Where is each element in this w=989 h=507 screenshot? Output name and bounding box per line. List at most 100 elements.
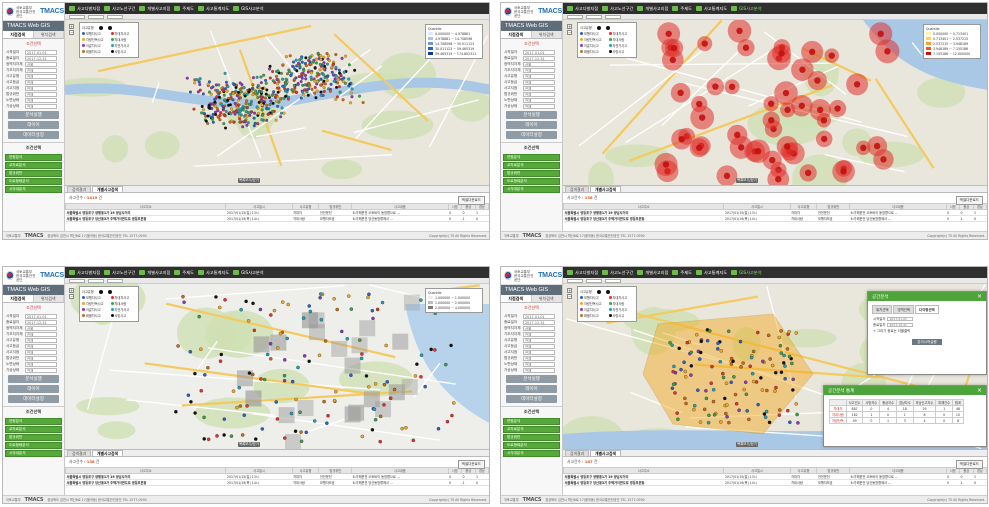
tab-accident-search[interactable]: 지점검색 [3, 295, 34, 302]
toolbar-select[interactable] [586, 278, 602, 283]
start-date-input[interactable]: 2017-01-01 [887, 316, 914, 321]
tab-accident-search[interactable]: 지점검색 [3, 31, 34, 38]
filter-input[interactable]: 전체 [523, 103, 555, 109]
toolbar-select[interactable] [605, 14, 621, 19]
nav-item[interactable]: 사고다발지점 [69, 6, 100, 12]
tab-result-detail[interactable]: 개별사고검색 [91, 450, 123, 456]
layer-button[interactable]: 레이어 [8, 385, 59, 393]
result-toggle-button[interactable]: 목록보기/닫기 [736, 178, 758, 183]
condition-item[interactable]: 도로형태분석 [503, 178, 560, 185]
filter-input[interactable]: 전체 [25, 67, 57, 73]
filter-input[interactable]: 전체 [523, 85, 555, 91]
zoom-in-button[interactable]: + [567, 288, 572, 293]
filter-input[interactable]: 2017-12-31 [523, 319, 555, 325]
tab-result-detail[interactable]: 개별사고검색 [589, 450, 621, 456]
nav-item[interactable]: 사고통계지도 [695, 270, 727, 276]
condition-item[interactable]: 시각대분석 [5, 450, 62, 457]
nav-item[interactable]: 개별사고지점 [637, 270, 668, 276]
close-icon[interactable]: × [977, 293, 982, 300]
logo[interactable]: 국토교통부 한국교통안전공단 TMACS [3, 267, 64, 285]
result-toggle-button[interactable]: 목록보기/닫기 [238, 442, 260, 447]
filter-input[interactable]: 2017-01-01 [25, 313, 57, 319]
result-toggle-button[interactable]: 목록보기/닫기 [238, 178, 260, 183]
condition-item[interactable]: 도로형태분석 [5, 178, 62, 185]
zoom-in-button[interactable]: + [69, 288, 74, 293]
filter-input[interactable]: 2017-12-31 [25, 55, 57, 61]
zoom-out-button[interactable]: − [69, 294, 74, 299]
nav-item[interactable]: 주제도 [174, 6, 194, 12]
nav-item[interactable]: 사고노선구간 [104, 270, 135, 276]
nav-item[interactable]: 사고다발지점 [567, 6, 598, 12]
tab-region-search[interactable]: 위치검색 [531, 295, 562, 302]
layer-button[interactable]: 레이어 [506, 385, 557, 393]
filter-input[interactable]: 2017-01-01 [523, 313, 555, 319]
logo[interactable]: 국토교통부 한국교통안전공단 TMACS [3, 3, 64, 21]
nav-item[interactable]: GIS사고분석 [233, 6, 264, 12]
condition-item[interactable]: 교차로분석 [503, 162, 560, 169]
filter-input[interactable]: 전체 [25, 79, 57, 85]
nav-item[interactable]: 사고통계지도 [197, 6, 229, 12]
condition-item[interactable]: 연령분석 [503, 154, 560, 161]
toolbar-select[interactable] [107, 278, 123, 283]
filter-input[interactable]: 2017-01-01 [523, 49, 555, 55]
excel-download-button[interactable]: 엑셀다운로드 [457, 460, 485, 469]
nav-item[interactable]: GIS사고분석 [731, 6, 762, 12]
result-toggle-button[interactable]: 목록보기/닫기 [736, 442, 758, 447]
nav-item[interactable]: GIS사고분석 [731, 270, 762, 276]
filter-input[interactable]: 전체 [25, 367, 57, 373]
nav-item[interactable]: 사고노선구간 [602, 6, 633, 12]
filter-input[interactable]: 전체 [523, 343, 555, 349]
condition-item[interactable]: 도로형태분석 [5, 442, 62, 449]
nav-item[interactable]: 주제도 [174, 270, 194, 276]
filter-input[interactable]: 전체 [523, 367, 555, 373]
condition-item[interactable]: 교차로분석 [5, 426, 62, 433]
filter-input[interactable]: 전체 [523, 361, 555, 367]
filter-input[interactable]: 전체 [523, 331, 555, 337]
tab-result-list[interactable]: 검색결과 [67, 450, 91, 456]
filter-input[interactable]: 전체 [523, 337, 555, 343]
filter-input[interactable]: 전체 [523, 79, 555, 85]
nav-item[interactable]: GIS사고분석 [233, 270, 264, 276]
data-settings-button[interactable]: 데이터설정 [506, 395, 557, 403]
filter-input[interactable]: 서울 [523, 61, 555, 67]
zoom-out-button[interactable]: − [567, 294, 572, 299]
toolbar-select[interactable] [107, 14, 123, 19]
tab-result-detail[interactable]: 개별사고검색 [589, 186, 621, 192]
table-row[interactable]: 서울특별시 영등포구 당산동3가 주택가이면도로 영등포본동 2017/01/19… [65, 479, 489, 486]
excel-download-button[interactable]: 엑셀다운로드 [955, 460, 983, 469]
filter-input[interactable]: 전체 [25, 355, 57, 361]
toolbar-select[interactable] [88, 14, 104, 19]
map-view[interactable]: + − 사고유형 보행자사고 차대차사고 차량단독사고 차대사람 이륜차사고 자전거사고 화… [65, 20, 489, 185]
data-settings-button[interactable]: 데이터설정 [506, 131, 557, 139]
logo[interactable]: 국토교통부 한국교통안전공단 TMACS [501, 267, 562, 285]
condition-item[interactable]: 연령분석 [503, 418, 560, 425]
filter-input[interactable]: 전체 [523, 349, 555, 355]
zoom-out-button[interactable]: − [69, 30, 74, 35]
filter-input[interactable]: 전체 [25, 349, 57, 355]
filter-input[interactable]: 전체 [25, 73, 57, 79]
condition-item[interactable]: 시각대분석 [5, 186, 62, 193]
filter-input[interactable]: 전체 [25, 97, 57, 103]
tab-point-select[interactable]: 위치선택 [872, 305, 893, 314]
zoom-in-button[interactable]: + [567, 24, 572, 29]
end-date-input[interactable]: 2017-12-31 [887, 322, 914, 327]
nav-item[interactable]: 사고노선구간 [602, 270, 633, 276]
filter-input[interactable]: 2017-12-31 [25, 319, 57, 325]
filter-input[interactable]: 서울 [25, 325, 57, 331]
tab-accident-search[interactable]: 지점검색 [501, 295, 532, 302]
tab-accident-search[interactable]: 지점검색 [501, 31, 532, 38]
tab-region-search[interactable]: 위치검색 [33, 295, 64, 302]
toolbar-select[interactable] [605, 278, 621, 283]
filter-input[interactable]: 전체 [25, 331, 57, 337]
nav-item[interactable]: 사고다발지점 [567, 270, 598, 276]
toolbar-select[interactable] [69, 14, 85, 19]
tab-area-select[interactable]: 영역선택 [893, 305, 914, 314]
table-row[interactable]: 서울특별시 영등포구 당산동3가 주택가이면도로 영등포본동 2017/01/19… [65, 215, 489, 222]
run-analysis-button[interactable]: 분석실행 [8, 375, 59, 383]
nav-item[interactable]: 사고다발지점 [69, 270, 100, 276]
filter-input[interactable]: 전체 [523, 91, 555, 97]
tab-result-detail[interactable]: 개별사고검색 [91, 186, 123, 192]
filter-input[interactable]: 전체 [523, 67, 555, 73]
nav-item[interactable]: 개별사고지점 [139, 6, 170, 12]
toolbar-select[interactable] [69, 278, 85, 283]
